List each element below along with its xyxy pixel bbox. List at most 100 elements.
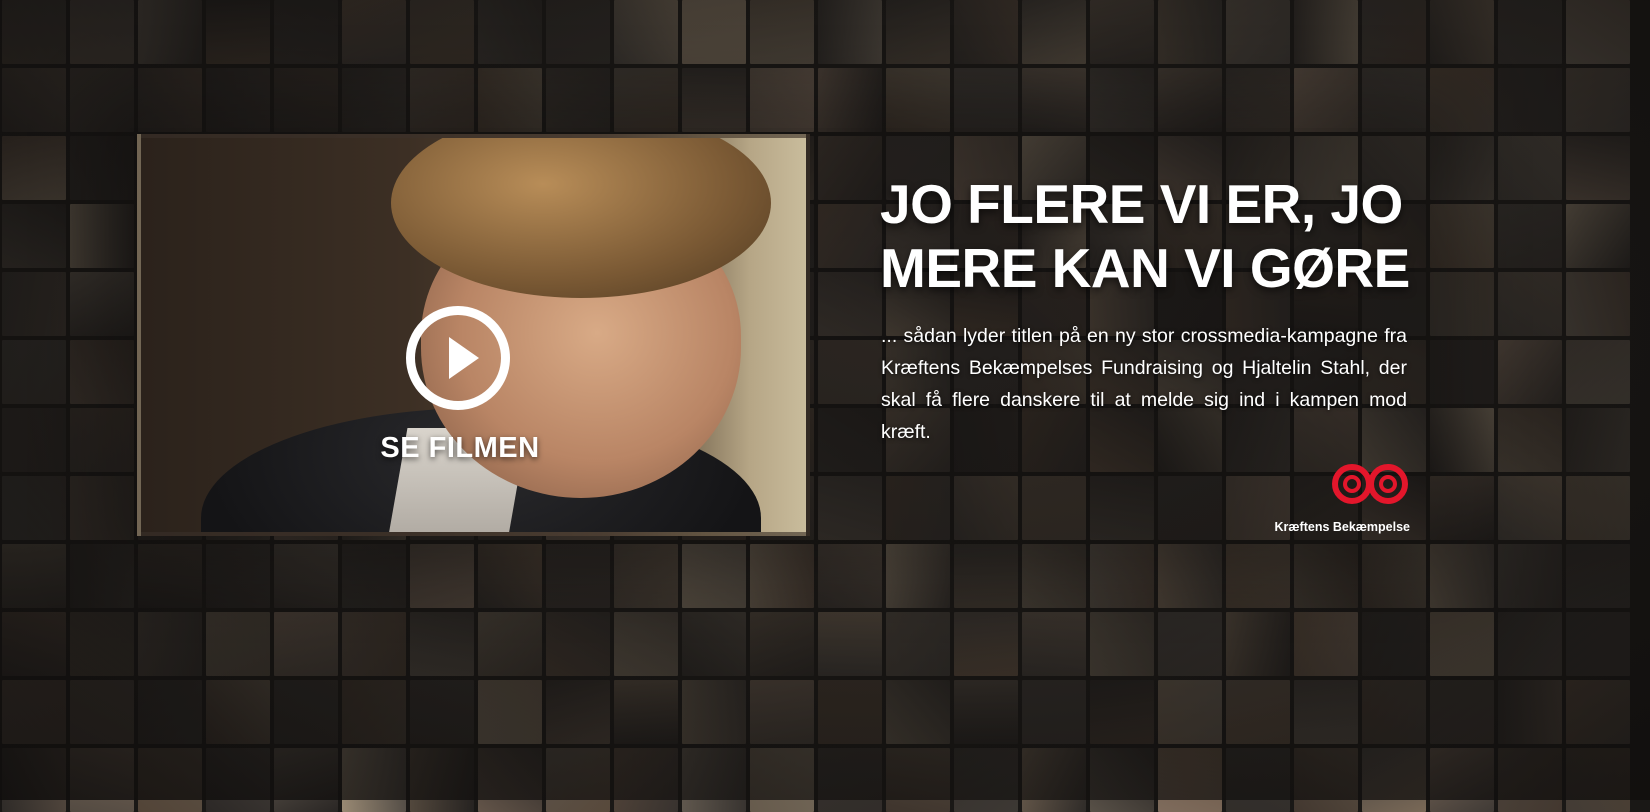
mosaic-photo-tile	[1566, 544, 1630, 608]
mosaic-photo-tile	[1498, 544, 1562, 608]
mosaic-photo-tile	[1498, 0, 1562, 64]
mosaic-photo-tile	[614, 544, 678, 608]
mosaic-photo-tile	[1090, 544, 1154, 608]
mosaic-photo-tile	[1566, 612, 1630, 676]
mosaic-photo-tile	[274, 0, 338, 64]
mosaic-photo-tile	[342, 612, 406, 676]
mosaic-photo-tile	[478, 680, 542, 744]
mosaic-photo-tile	[818, 612, 882, 676]
mosaic-photo-tile	[70, 204, 134, 268]
mosaic-photo-tile	[546, 68, 610, 132]
mosaic-photo-tile	[886, 748, 950, 812]
mosaic-photo-tile	[274, 612, 338, 676]
mosaic-photo-tile	[478, 68, 542, 132]
mosaic-photo-tile	[1430, 340, 1494, 404]
mosaic-photo-tile	[1294, 612, 1358, 676]
mosaic-photo-tile	[70, 680, 134, 744]
logo-wordmark: Kræftens Bekæmpelse	[1274, 520, 1410, 534]
mosaic-photo-tile	[1566, 136, 1630, 200]
mosaic-photo-tile	[1294, 68, 1358, 132]
mosaic-photo-tile	[1362, 544, 1426, 608]
mosaic-photo-tile	[750, 680, 814, 744]
mosaic-photo-tile	[1498, 476, 1562, 540]
mosaic-photo-tile	[274, 680, 338, 744]
mosaic-photo-tile	[750, 612, 814, 676]
mosaic-photo-tile	[70, 136, 134, 200]
mosaic-photo-tile	[546, 544, 610, 608]
mosaic-photo-tile	[2, 748, 66, 812]
play-label[interactable]: SE FILMEN	[380, 432, 540, 465]
mosaic-photo-tile	[1498, 136, 1562, 200]
mosaic-photo-tile	[1226, 748, 1290, 812]
mosaic-photo-tile	[1158, 612, 1222, 676]
mosaic-photo-tile	[2, 204, 66, 268]
mosaic-photo-tile	[2, 68, 66, 132]
mosaic-photo-tile	[1566, 340, 1630, 404]
mosaic-photo-tile	[1362, 680, 1426, 744]
mosaic-photo-tile	[954, 612, 1018, 676]
mosaic-photo-tile	[1430, 612, 1494, 676]
mosaic-photo-tile	[410, 544, 474, 608]
mosaic-photo-tile	[70, 544, 134, 608]
mosaic-photo-tile	[138, 68, 202, 132]
mosaic-photo-tile	[206, 680, 270, 744]
mosaic-photo-tile	[410, 612, 474, 676]
mosaic-photo-tile	[954, 544, 1018, 608]
mosaic-photo-tile	[1498, 204, 1562, 268]
mosaic-photo-tile	[1226, 544, 1290, 608]
mosaic-photo-tile	[1022, 612, 1086, 676]
mosaic-photo-tile	[614, 680, 678, 744]
mosaic-photo-tile	[614, 748, 678, 812]
mosaic-photo-tile	[1566, 408, 1630, 472]
mosaic-photo-tile	[138, 612, 202, 676]
mosaic-photo-tile	[1022, 0, 1086, 64]
mosaic-photo-tile	[1226, 68, 1290, 132]
mosaic-photo-tile	[1158, 544, 1222, 608]
mosaic-photo-tile	[886, 612, 950, 676]
mosaic-photo-tile	[1090, 612, 1154, 676]
mosaic-photo-tile	[2, 340, 66, 404]
mosaic-photo-tile	[682, 68, 746, 132]
mosaic-photo-tile	[2, 476, 66, 540]
mosaic-photo-tile	[1294, 0, 1358, 64]
mosaic-photo-tile	[818, 748, 882, 812]
mosaic-photo-tile	[1430, 0, 1494, 64]
mosaic-photo-tile	[274, 748, 338, 812]
infinity-logo-icon	[1332, 464, 1408, 504]
mosaic-photo-tile	[682, 544, 746, 608]
kraeftens-bekaempelse-logo[interactable]: Kræftens Bekæmpelse	[1270, 462, 1410, 534]
mosaic-photo-tile	[546, 748, 610, 812]
mosaic-photo-tile	[274, 544, 338, 608]
mosaic-photo-tile	[1566, 68, 1630, 132]
mosaic-photo-tile	[206, 544, 270, 608]
mosaic-photo-tile	[1294, 544, 1358, 608]
mosaic-photo-tile	[70, 272, 134, 336]
mosaic-photo-tile	[546, 0, 610, 64]
mosaic-photo-tile	[1498, 748, 1562, 812]
mosaic-photo-tile	[886, 680, 950, 744]
mosaic-photo-tile	[1226, 0, 1290, 64]
mosaic-photo-tile	[206, 612, 270, 676]
mosaic-photo-tile	[478, 612, 542, 676]
mosaic-photo-tile	[954, 748, 1018, 812]
mosaic-photo-tile	[1566, 204, 1630, 268]
mosaic-photo-tile	[410, 748, 474, 812]
mosaic-photo-tile	[954, 680, 1018, 744]
mosaic-photo-tile	[1362, 748, 1426, 812]
mosaic-photo-tile	[70, 748, 134, 812]
mosaic-photo-tile	[1498, 612, 1562, 676]
mosaic-photo-tile	[1022, 680, 1086, 744]
mosaic-photo-tile	[1022, 748, 1086, 812]
play-button[interactable]	[406, 306, 510, 410]
mosaic-photo-tile	[138, 680, 202, 744]
mosaic-photo-tile	[70, 408, 134, 472]
mosaic-photo-tile	[818, 68, 882, 132]
mosaic-photo-tile	[342, 544, 406, 608]
mosaic-photo-tile	[1566, 680, 1630, 744]
mosaic-photo-tile	[1158, 68, 1222, 132]
mosaic-photo-tile	[478, 0, 542, 64]
mosaic-photo-tile	[1566, 272, 1630, 336]
campaign-lead-text: ... sådan lyder titlen på en ny stor cro…	[881, 325, 1407, 443]
mosaic-photo-tile	[1430, 68, 1494, 132]
mosaic-photo-tile	[886, 0, 950, 64]
